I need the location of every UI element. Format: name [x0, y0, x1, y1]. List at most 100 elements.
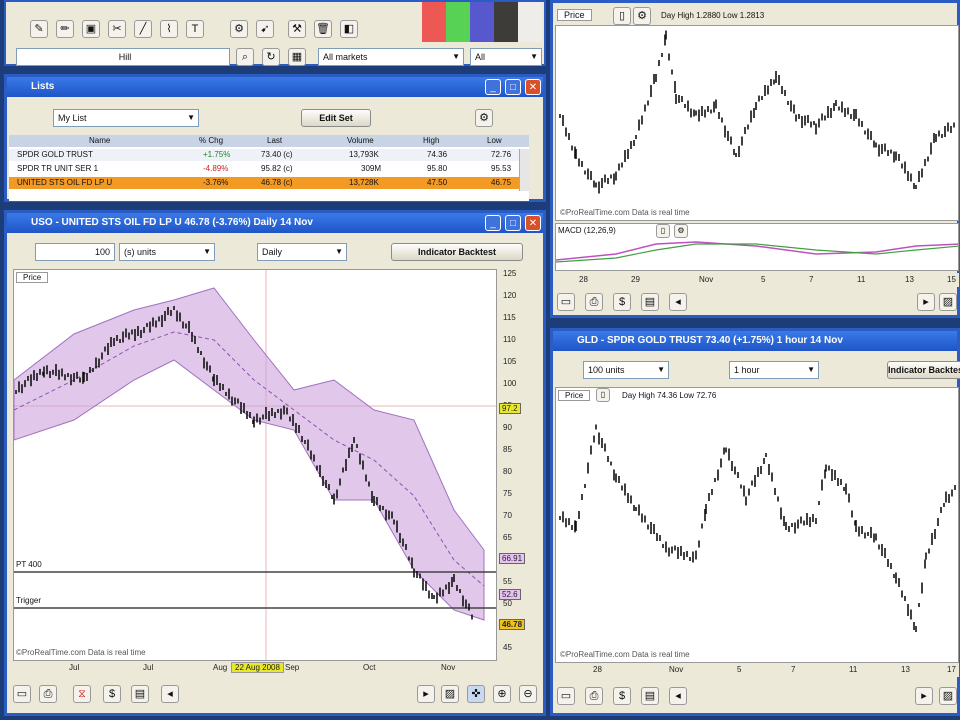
- scroll-left-icon[interactable]: ◂: [669, 687, 687, 705]
- scroll-right-icon[interactable]: ▸: [417, 685, 435, 703]
- table-header: Name % Chg Last Volume High Low: [9, 135, 529, 147]
- indicator-backtest-button[interactable]: Indicator Backtest: [887, 361, 960, 379]
- zoom-fit-icon[interactable]: ▨: [939, 687, 957, 705]
- dollar-icon[interactable]: $: [103, 685, 121, 703]
- print-icon[interactable]: ⎙: [39, 685, 57, 703]
- units-select[interactable]: (s) units ▼: [119, 243, 215, 261]
- crosshair-icon[interactable]: ✜: [467, 685, 485, 703]
- x-tick: 11: [857, 275, 866, 284]
- zoom-fit-icon[interactable]: ▨: [939, 293, 957, 311]
- table-scrollbar[interactable]: [519, 149, 529, 191]
- edit-set-button[interactable]: Edit Set: [301, 109, 371, 127]
- table-row[interactable]: SPDR GOLD TRUST +1.75% 73.40 (c) 13,793K…: [9, 149, 529, 161]
- maximize-button[interactable]: □: [505, 215, 521, 231]
- tools-icon[interactable]: ⚒: [288, 20, 306, 38]
- col-low[interactable]: Low: [487, 135, 502, 147]
- market-select[interactable]: All markets ▼: [318, 48, 464, 66]
- dollar-icon[interactable]: $: [613, 293, 631, 311]
- refresh-icon[interactable]: ↻: [262, 48, 280, 66]
- list-select[interactable]: My List ▼: [53, 109, 199, 127]
- x-tick: Nov: [441, 663, 456, 672]
- color-swatch-icon[interactable]: ◧: [340, 20, 358, 38]
- zoom-fit-icon[interactable]: ▨: [441, 685, 459, 703]
- y-tick: 110: [503, 335, 516, 344]
- close-button[interactable]: ✕: [525, 215, 541, 231]
- price-tag: 97.2: [499, 403, 521, 414]
- gld-price-chart[interactable]: Price ▯ Day High 74.36 Low 72.76 ©ProRea…: [555, 387, 959, 663]
- x-tick: Nov: [699, 275, 714, 284]
- folder-icon[interactable]: ▭: [557, 293, 575, 311]
- minimize-button[interactable]: _: [485, 215, 501, 231]
- table-row[interactable]: SPDR TR UNIT SER 1 -4.89% 95.82 (c) 309M…: [9, 163, 529, 175]
- text-icon[interactable]: T: [186, 20, 204, 38]
- close-button[interactable]: ✕: [525, 79, 541, 95]
- table-icon[interactable]: ▤: [131, 685, 149, 703]
- zoom-in-icon[interactable]: ⊕: [493, 685, 511, 703]
- col-volume[interactable]: Volume: [347, 135, 374, 147]
- hline-label: PT 400: [16, 560, 42, 569]
- uso-price-chart[interactable]: Price PT 400 Trigger ©ProRealTime.com Da…: [13, 269, 497, 661]
- watchlist-window: Lists _ □ ✕ My List ▼ Edit Set ⚙ Name % C…: [4, 74, 546, 202]
- color-palette[interactable]: [422, 2, 542, 42]
- minimize-button[interactable]: _: [485, 79, 501, 95]
- trade-icon[interactable]: ⧖: [73, 685, 91, 703]
- print-icon[interactable]: ⎙: [585, 293, 603, 311]
- macd-panel[interactable]: MACD (12,26,9) ▯ ⚙: [555, 223, 959, 271]
- table-row-selected[interactable]: UNITED STS OIL FD LP U -3.76% 46.78 (c) …: [9, 177, 529, 189]
- fib-icon[interactable]: ⌇: [160, 20, 178, 38]
- print-icon[interactable]: ⎙: [585, 687, 603, 705]
- units-input[interactable]: 100: [35, 243, 115, 261]
- col-name[interactable]: Name: [89, 135, 110, 147]
- folder-icon[interactable]: ▭: [557, 687, 575, 705]
- maximize-button[interactable]: □: [505, 79, 521, 95]
- scissors-icon[interactable]: ✂: [108, 20, 126, 38]
- price-tag: 52.6: [499, 589, 521, 600]
- gear-icon[interactable]: ⚙: [230, 20, 248, 38]
- scroll-left-icon[interactable]: ◂: [669, 293, 687, 311]
- spy-header: Price ▯ ⚙ Day High 1.2880 Low 1.2813: [553, 5, 957, 25]
- trash-icon[interactable]: 🗑: [314, 20, 332, 38]
- x-tick: 28: [579, 275, 588, 284]
- y-tick: 65: [503, 533, 512, 542]
- watchlist-table: Name % Chg Last Volume High Low SPDR GOL…: [9, 135, 529, 201]
- price-label: Price: [557, 9, 592, 21]
- settings-icon[interactable]: ⚙: [633, 7, 651, 25]
- watchlist-titlebar: Lists: [7, 77, 543, 97]
- scroll-left-icon[interactable]: ◂: [161, 685, 179, 703]
- col-last[interactable]: Last: [267, 135, 282, 147]
- briefcase-icon[interactable]: ▣: [82, 20, 100, 38]
- settings-icon[interactable]: ⚙: [475, 109, 493, 127]
- spy-price-chart[interactable]: ©ProRealTime.com Data is real time: [555, 25, 959, 221]
- x-tick: 28: [593, 665, 602, 674]
- table-icon[interactable]: ▤: [641, 293, 659, 311]
- chevron-down-icon: ▼: [452, 52, 460, 61]
- scroll-right-icon[interactable]: ▸: [917, 293, 935, 311]
- x-tick: 5: [737, 665, 742, 674]
- toolbar-combo-1[interactable]: Hill: [16, 48, 230, 66]
- pencil-icon[interactable]: ✏: [56, 20, 74, 38]
- zoom-out-icon[interactable]: ⊖: [519, 685, 537, 703]
- type-select[interactable]: All ▼: [470, 48, 542, 66]
- x-tick: 17: [947, 665, 956, 674]
- x-tick: 29: [631, 275, 640, 284]
- line-icon[interactable]: ╱: [134, 20, 152, 38]
- grid-icon[interactable]: ▦: [288, 48, 306, 66]
- col-high[interactable]: High: [423, 135, 439, 147]
- indicator-backtest-button[interactable]: Indicator Backtest: [391, 243, 523, 261]
- search-icon[interactable]: ⌕: [236, 48, 254, 66]
- units-select[interactable]: 100 units ▼: [583, 361, 669, 379]
- dollar-icon[interactable]: $: [613, 687, 631, 705]
- arrow-icon[interactable]: ➹: [256, 20, 274, 38]
- table-icon[interactable]: ▤: [641, 687, 659, 705]
- interval-select[interactable]: Daily ▼: [257, 243, 347, 261]
- uso-y-axis: 125 120 115 110 105 100 95 90 85 80 75 7…: [497, 269, 541, 661]
- scroll-right-icon[interactable]: ▸: [915, 687, 933, 705]
- x-tick: Jul: [143, 663, 154, 672]
- folder-icon[interactable]: ▭: [13, 685, 31, 703]
- interval-select[interactable]: 1 hour ▼: [729, 361, 819, 379]
- page-icon[interactable]: ▯: [613, 7, 631, 25]
- uso-bottom-toolbar: ▭ ⎙ ⧖ $ ▤ ◂ ▸ ▨ ✜ ⊕ ⊖: [11, 681, 541, 709]
- y-tick: 125: [503, 269, 517, 278]
- col-chg[interactable]: % Chg: [199, 135, 223, 147]
- pen-icon[interactable]: ✎: [30, 20, 48, 38]
